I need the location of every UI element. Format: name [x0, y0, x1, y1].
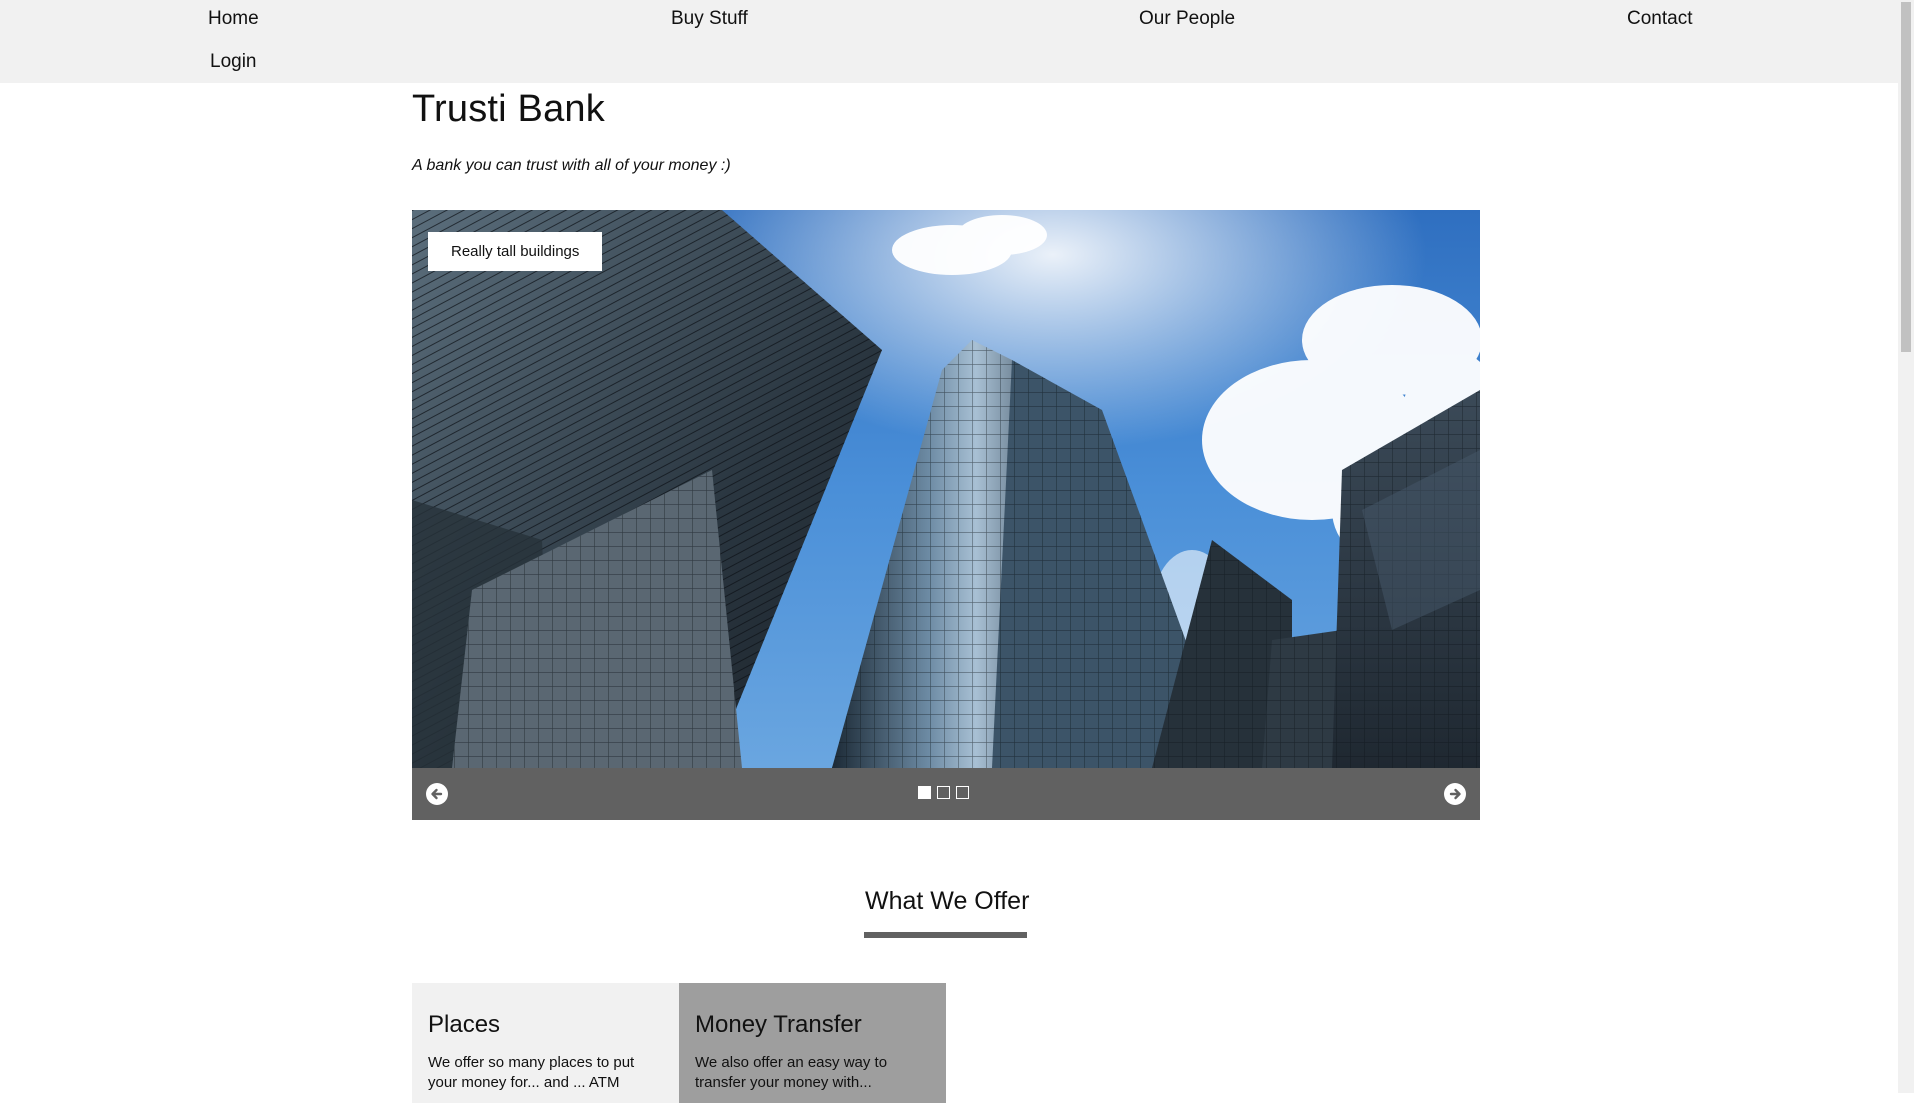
tagline: A bank you can trust with all of your mo…: [412, 157, 731, 174]
nav-contact-label: Contact: [1627, 8, 1693, 29]
offer-card-text: We also offer an easy way to transfer yo…: [695, 1054, 888, 1092]
arrow-right-circle-icon[interactable]: [1443, 782, 1467, 806]
page-title: Trusti Bank: [412, 88, 605, 130]
heading-underline: [864, 932, 1027, 938]
scrollbar-thumb[interactable]: [1901, 2, 1911, 352]
page-scrollbar[interactable]: [1898, 0, 1914, 1093]
arrow-left-circle-icon[interactable]: [425, 782, 449, 806]
nav-our-people[interactable]: Our People: [1139, 8, 1235, 30]
slide-dot-1[interactable]: [918, 786, 931, 799]
section-heading-what-we-offer: What We Offer: [865, 887, 1030, 915]
nav-login[interactable]: Login: [210, 51, 257, 73]
nav-contact[interactable]: Contact: [1627, 8, 1692, 30]
slide-image-skyscrapers: [412, 210, 1480, 768]
offer-card-title: Places: [428, 1011, 501, 1038]
slide-dot-3[interactable]: [956, 786, 969, 799]
offer-card-places: Places We offer so many places to put yo…: [412, 983, 679, 1103]
nav-buy-stuff-label: Buy Stuff: [671, 8, 748, 29]
slide-caption: Really tall buildings: [428, 232, 603, 271]
slideshow-controls: [412, 768, 1480, 820]
nav-our-people-label: Our People: [1139, 8, 1236, 29]
offer-card-text: We offer so many places to put your mone…: [428, 1054, 635, 1092]
nav-home[interactable]: Home: [208, 8, 259, 30]
nav-home-label: Home: [208, 8, 259, 29]
offer-card-title: Money Transfer: [695, 1011, 862, 1038]
slide-indicators: [918, 786, 969, 799]
nav-buy-stuff[interactable]: Buy Stuff: [671, 8, 748, 30]
nav-login-label: Login: [210, 51, 257, 72]
top-navigation: Home Buy Stuff Our People Contact Login: [0, 0, 1898, 83]
offer-card-money-transfer: Money Transfer We also offer an easy way…: [679, 983, 946, 1103]
slideshow: Really tall buildings: [412, 210, 1480, 820]
slide-dot-2[interactable]: [937, 786, 950, 799]
